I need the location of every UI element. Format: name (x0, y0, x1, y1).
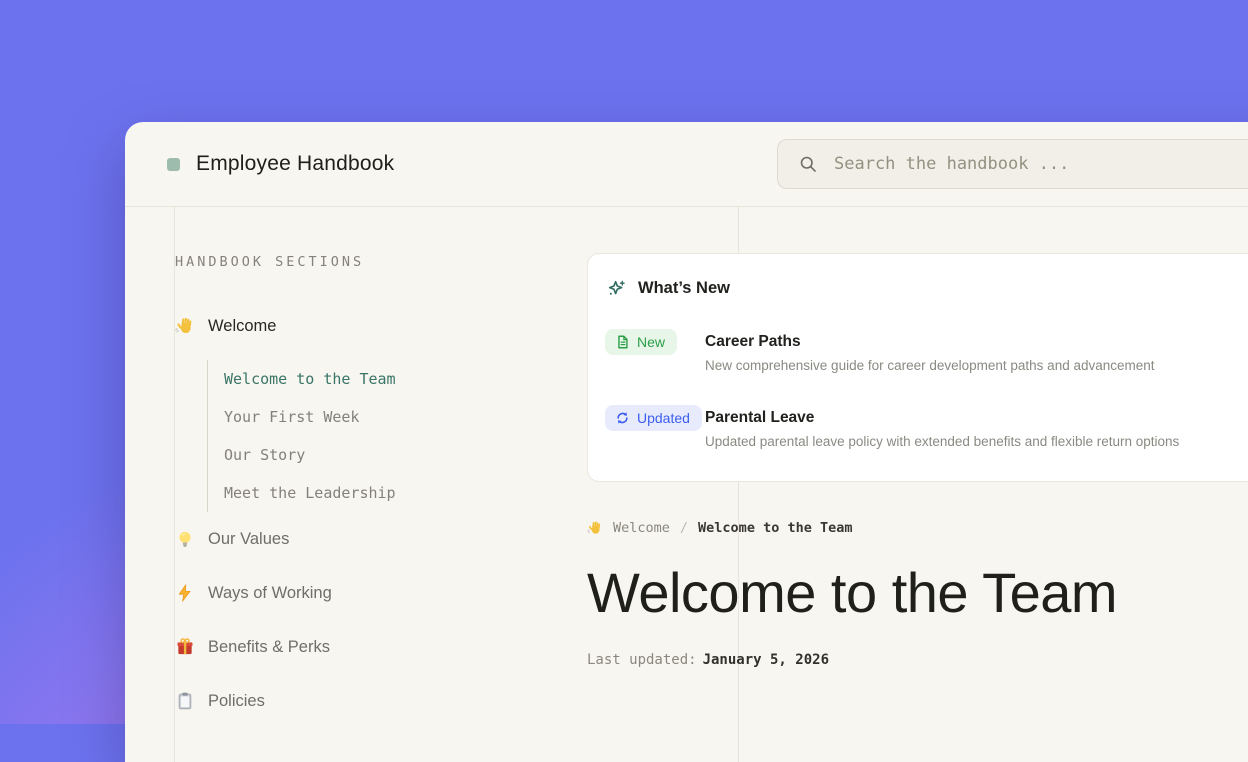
refresh-icon (615, 410, 630, 426)
sidebar-item-welcome[interactable]: Welcome (175, 316, 575, 336)
sparkles-icon (606, 278, 627, 299)
sidebar-item-label: Ways of Working (208, 584, 332, 603)
sidebar-heading: HANDBOOK SECTIONS (175, 254, 575, 270)
whats-new-item-parental-leave[interactable]: Updated Parental Leave Updated parental … (605, 405, 1248, 449)
search-icon (798, 154, 819, 175)
whats-new-item-description: New comprehensive guide for career devel… (705, 358, 1155, 373)
sidebar: HANDBOOK SECTIONS Welcome Welcome to the… (175, 254, 575, 711)
sidebar-item-label: Benefits & Perks (208, 638, 330, 657)
sidebar-item-ways-of-working[interactable]: Ways of Working (175, 583, 575, 603)
lightning-emoji-icon (175, 583, 195, 603)
page-title: Welcome to the Team (587, 560, 1248, 625)
updated-badge: Updated (605, 405, 702, 431)
whats-new-title: What’s New (638, 279, 730, 298)
gift-emoji-icon (175, 637, 195, 657)
whats-new-item-title: Career Paths (705, 333, 1155, 351)
sidebar-item-policies[interactable]: Policies (175, 691, 575, 711)
window-body: HANDBOOK SECTIONS Welcome Welcome to the… (125, 207, 1248, 762)
sidebar-item-our-values[interactable]: Our Values (175, 529, 575, 549)
sidebar-subitem-our-story[interactable]: Our Story (224, 436, 575, 474)
search-box[interactable] (777, 139, 1248, 189)
window-header: Employee Handbook (125, 122, 1248, 207)
sidebar-item-label: Policies (208, 692, 265, 711)
breadcrumb-separator: / (680, 520, 688, 536)
new-badge: New (605, 329, 677, 355)
sidebar-subitem-your-first-week[interactable]: Your First Week (224, 398, 575, 436)
sidebar-item-label: Our Values (208, 530, 289, 549)
app-title: Employee Handbook (196, 152, 394, 176)
breadcrumb-page: Welcome to the Team (698, 520, 852, 536)
breadcrumb-section[interactable]: Welcome (613, 520, 670, 536)
last-updated-label: Last updated: (587, 652, 697, 668)
breadcrumb: Welcome / Welcome to the Team (587, 520, 1248, 536)
lightbulb-emoji-icon (175, 529, 195, 549)
sidebar-item-label: Welcome (208, 317, 276, 336)
sidebar-subitem-meet-the-leadership[interactable]: Meet the Leadership (224, 474, 575, 512)
last-updated-value: January 5, 2026 (703, 652, 829, 668)
document-icon (615, 334, 630, 350)
sidebar-item-benefits-perks[interactable]: Benefits & Perks (175, 637, 575, 657)
last-updated: Last updated: January 5, 2026 (587, 652, 1248, 668)
welcome-subsections: Welcome to the Team Your First Week Our … (207, 360, 575, 512)
handbook-window: Employee Handbook HANDBOOK SECTIONS Welc… (125, 122, 1248, 762)
main-content: What’s New New Career Paths New comprehe… (587, 207, 1248, 668)
wave-emoji-icon (587, 520, 603, 536)
wave-emoji-icon (175, 316, 195, 336)
app-logo (167, 158, 180, 171)
clipboard-emoji-icon (175, 691, 195, 711)
whats-new-card: What’s New New Career Paths New comprehe… (587, 253, 1248, 482)
whats-new-item-description: Updated parental leave policy with exten… (705, 434, 1179, 449)
whats-new-item-title: Parental Leave (705, 409, 1179, 427)
search-input[interactable] (834, 154, 1248, 174)
sidebar-subitem-welcome-to-the-team[interactable]: Welcome to the Team (224, 360, 575, 398)
whats-new-header: What’s New (605, 278, 1248, 299)
whats-new-item-career-paths[interactable]: New Career Paths New comprehensive guide… (605, 329, 1248, 373)
